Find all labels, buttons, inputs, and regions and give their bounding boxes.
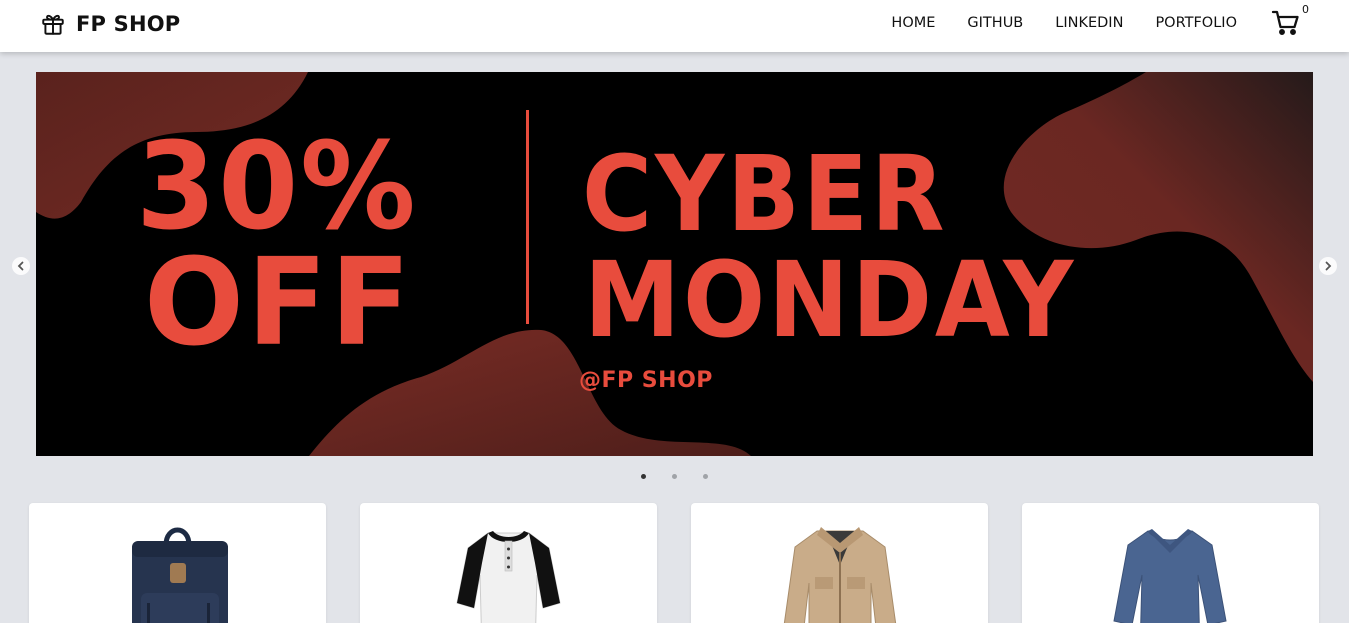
cart-count-badge: 0 [1302,3,1309,16]
gift-icon [42,14,64,35]
hero-carousel: 30% OFF CYBER MONDAY @FP SHOP [0,72,1349,479]
nav-link-portfolio[interactable]: PORTFOLIO [1155,15,1237,31]
carousel-prev-button[interactable] [12,257,30,275]
carousel-dot-1[interactable] [641,474,646,479]
banner-discount-text: 30% [136,118,418,257]
carousel-slide-cyber-monday[interactable]: 30% OFF CYBER MONDAY @FP SHOP [36,72,1313,456]
chevron-right-icon [1325,261,1332,271]
jacket-image [783,527,897,623]
nav-link-github[interactable]: GITHUB [967,15,1023,31]
nav-link-linkedin[interactable]: LINKEDIN [1055,15,1123,31]
long-sleeve-shirt-image [1113,529,1227,623]
product-card-backpack[interactable] [29,503,326,623]
carousel-next-button[interactable] [1319,257,1337,275]
cart-button[interactable]: 0 [1271,3,1309,37]
brand-logo-link[interactable]: FP SHOP [40,9,180,39]
cart-icon [1271,10,1299,35]
product-card-jacket[interactable] [691,503,988,623]
chevron-left-icon [17,261,24,271]
banner-divider [526,110,529,324]
backpack-image [132,527,228,623]
brand-name: FP SHOP [76,12,181,36]
carousel-dot-2[interactable] [672,474,677,479]
navbar: FP SHOP HOME GITHUB LINKEDIN PORTFOLIO 0 [0,0,1349,52]
henley-shirt-image [456,531,561,623]
banner-cyber-text: CYBER [582,133,948,255]
product-grid [29,503,1319,623]
nav-link-home[interactable]: HOME [891,15,935,31]
banner-handle-text: @FP SHOP [579,368,713,393]
carousel-dot-3[interactable] [703,474,708,479]
nav-links: HOME GITHUB LINKEDIN PORTFOLIO 0 [891,0,1349,46]
product-card-long-sleeve-shirt[interactable] [1022,503,1319,623]
product-card-henley-shirt[interactable] [360,503,657,623]
carousel-indicators [0,474,1349,479]
banner-off-text: OFF [144,234,414,373]
banner-monday-text: MONDAY [584,239,1077,361]
